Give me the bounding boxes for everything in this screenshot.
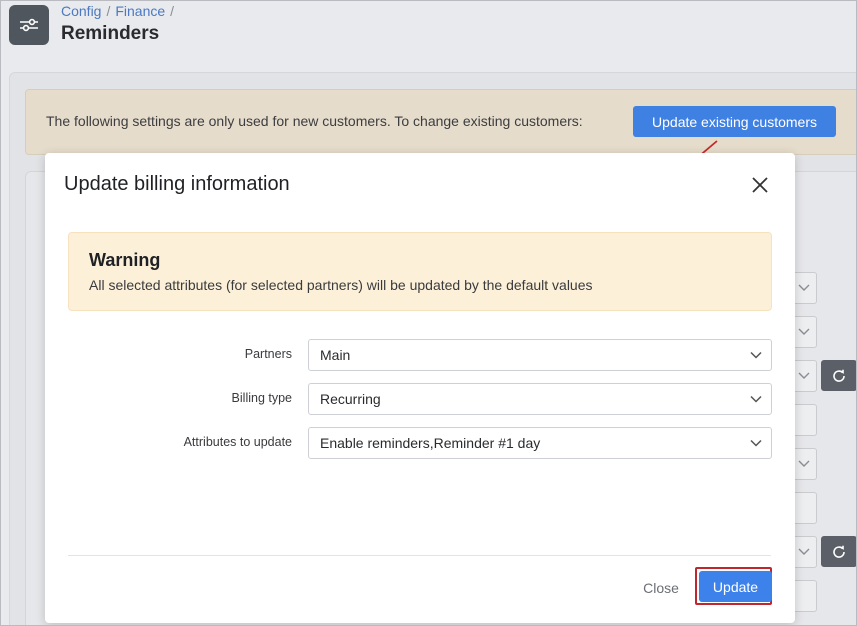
modal-title: Update billing information (64, 173, 290, 195)
app-window: Config / Finance / Reminders The following … (0, 0, 857, 626)
breadcrumb-separator: / (170, 3, 175, 19)
background-select-chevron (792, 272, 817, 304)
background-select-chevron (792, 316, 817, 348)
billing-type-select-value: Recurring (320, 391, 381, 407)
update-billing-modal: Update billing information Warning All s… (45, 153, 795, 623)
info-banner-text: The following settings are only used for… (46, 113, 583, 129)
breadcrumb: Config / Finance / (61, 3, 179, 19)
attributes-to-update-select[interactable]: Enable reminders,Reminder #1 day (308, 427, 772, 459)
chevron-down-icon (750, 395, 762, 403)
page-title: Reminders (61, 23, 160, 44)
breadcrumb-link-finance[interactable]: Finance (115, 3, 165, 19)
chevron-down-icon (750, 439, 762, 447)
attributes-to-update-select-value: Enable reminders,Reminder #1 day (320, 435, 541, 451)
background-select-chevron (792, 448, 817, 480)
sliders-icon (9, 5, 49, 45)
close-icon[interactable] (749, 174, 771, 196)
modal-footer-divider (68, 555, 771, 556)
update-button[interactable]: Update (699, 571, 772, 602)
refresh-icon (821, 360, 856, 391)
chevron-down-icon (750, 351, 762, 359)
billing-type-label: Billing type (231, 391, 292, 405)
partners-select[interactable]: Main (308, 339, 772, 371)
warning-text: All selected attributes (for selected pa… (89, 277, 593, 293)
refresh-icon (821, 536, 856, 567)
breadcrumb-link-config[interactable]: Config (61, 3, 101, 19)
close-button[interactable]: Close (635, 575, 687, 601)
breadcrumb-separator: / (106, 3, 111, 19)
background-input (792, 580, 817, 612)
billing-type-select[interactable]: Recurring (308, 383, 772, 415)
warning-alert: Warning All selected attributes (for sel… (68, 232, 772, 311)
background-input (792, 492, 817, 524)
partners-select-value: Main (320, 347, 351, 363)
partners-label: Partners (244, 347, 292, 361)
background-select-chevron (792, 536, 817, 568)
attributes-to-update-label: Attributes to update (183, 435, 292, 449)
background-select-chevron (792, 360, 817, 392)
background-input (792, 404, 817, 436)
warning-title: Warning (89, 250, 161, 270)
